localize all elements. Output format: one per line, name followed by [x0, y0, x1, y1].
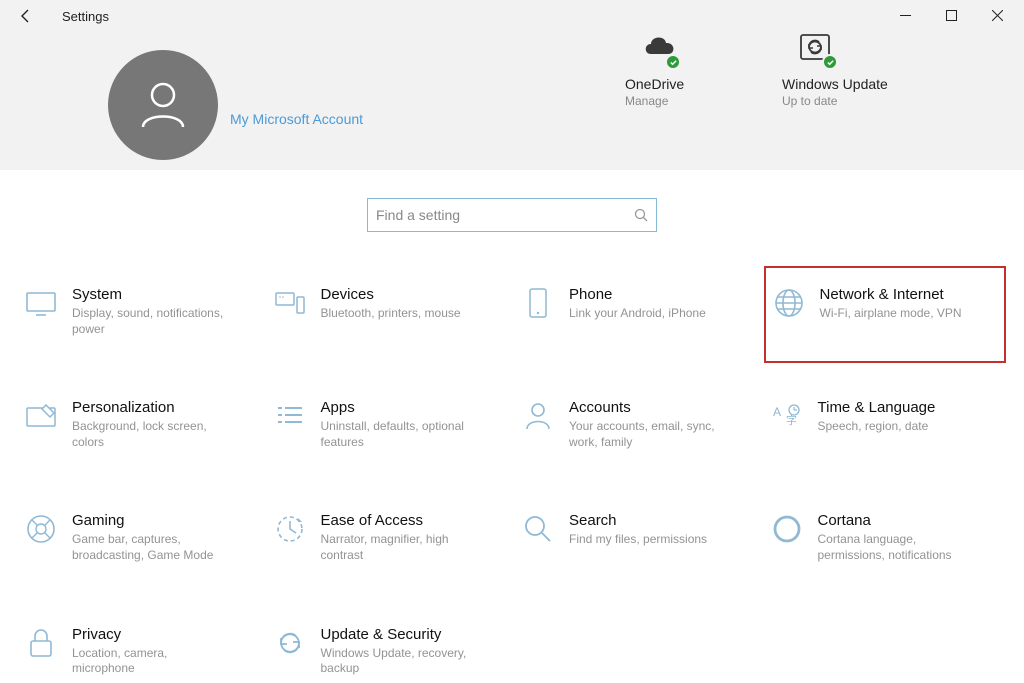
- category-title: Phone: [569, 286, 706, 303]
- category-description: Your accounts, email, sync, work, family: [569, 419, 724, 450]
- category-title: Accounts: [569, 399, 724, 416]
- phone-icon: [521, 286, 555, 320]
- category-title: System: [72, 286, 227, 303]
- category-title: Privacy: [72, 626, 227, 643]
- window-title: Settings: [62, 9, 109, 24]
- category-description: Location, camera, microphone: [72, 646, 227, 677]
- personalization-icon: [24, 399, 58, 433]
- gaming-icon: [24, 512, 58, 546]
- close-button[interactable]: [974, 0, 1020, 30]
- category-description: Speech, region, date: [818, 419, 936, 435]
- microsoft-account-link[interactable]: My Microsoft Account: [230, 111, 363, 127]
- category-title: Gaming: [72, 512, 227, 529]
- devices-icon: [273, 286, 307, 320]
- checkmark-badge-icon: [665, 54, 681, 70]
- search-box[interactable]: [367, 198, 657, 232]
- category-title: Personalization: [72, 399, 227, 416]
- maximize-button[interactable]: [928, 0, 974, 30]
- category-description: Cortana language, permissions, notificat…: [818, 532, 973, 563]
- cortana-icon: [770, 512, 804, 546]
- network-icon: [772, 286, 806, 320]
- category-description: Game bar, captures, broadcasting, Game M…: [72, 532, 227, 563]
- search-icon: [634, 208, 648, 222]
- category-time[interactable]: A字 Time & Language Speech, region, date: [764, 393, 1007, 456]
- category-description: Bluetooth, printers, mouse: [321, 306, 461, 322]
- category-description: Narrator, magnifier, high contrast: [321, 532, 476, 563]
- category-title: Search: [569, 512, 707, 529]
- update-icon: [273, 626, 307, 660]
- category-ease[interactable]: Ease of Access Narrator, magnifier, high …: [267, 506, 510, 569]
- onedrive-subtitle: Manage: [625, 94, 668, 108]
- category-network[interactable]: Network & Internet Wi-Fi, airplane mode, …: [764, 266, 1007, 363]
- checkmark-badge-icon: [822, 54, 838, 70]
- category-phone[interactable]: Phone Link your Android, iPhone: [515, 280, 758, 343]
- ease-icon: [273, 512, 307, 546]
- minimize-button[interactable]: [882, 0, 928, 30]
- category-cortana[interactable]: Cortana Cortana language, permissions, no…: [764, 506, 1007, 569]
- apps-icon: [273, 399, 307, 433]
- category-devices[interactable]: Devices Bluetooth, printers, mouse: [267, 280, 510, 343]
- category-system[interactable]: System Display, sound, notifications, pow…: [18, 280, 261, 343]
- category-description: Uninstall, defaults, optional features: [321, 419, 476, 450]
- category-description: Wi-Fi, airplane mode, VPN: [820, 306, 962, 322]
- user-avatar[interactable]: [108, 50, 218, 160]
- category-title: Update & Security: [321, 626, 476, 643]
- category-title: Time & Language: [818, 399, 936, 416]
- back-button[interactable]: [12, 2, 40, 30]
- category-title: Network & Internet: [820, 286, 962, 303]
- category-accounts[interactable]: Accounts Your accounts, email, sync, work…: [515, 393, 758, 456]
- search-icon: [521, 512, 555, 546]
- onedrive-status[interactable]: OneDrive Manage: [625, 32, 745, 108]
- category-title: Apps: [321, 399, 476, 416]
- category-update[interactable]: Update & Security Windows Update, recover…: [267, 620, 510, 683]
- onedrive-title: OneDrive: [625, 76, 684, 92]
- category-title: Cortana: [818, 512, 973, 529]
- category-gaming[interactable]: Gaming Game bar, captures, broadcasting, …: [18, 506, 261, 569]
- system-icon: [24, 286, 58, 320]
- category-description: Find my files, permissions: [569, 532, 707, 548]
- category-apps[interactable]: Apps Uninstall, defaults, optional featur…: [267, 393, 510, 456]
- privacy-icon: [24, 626, 58, 660]
- accounts-icon: [521, 399, 555, 433]
- update-title: Windows Update: [782, 76, 888, 92]
- category-description: Background, lock screen, colors: [72, 419, 227, 450]
- search-input[interactable]: [376, 207, 634, 223]
- category-privacy[interactable]: Privacy Location, camera, microphone: [18, 620, 261, 683]
- category-search[interactable]: Search Find my files, permissions: [515, 506, 758, 569]
- category-title: Devices: [321, 286, 461, 303]
- time-icon: A字: [770, 399, 804, 433]
- category-description: Link your Android, iPhone: [569, 306, 706, 322]
- category-title: Ease of Access: [321, 512, 476, 529]
- svg-text:A: A: [773, 405, 781, 419]
- update-subtitle: Up to date: [782, 94, 837, 108]
- category-description: Windows Update, recovery, backup: [321, 646, 476, 677]
- windows-update-status[interactable]: Windows Update Up to date: [782, 32, 932, 108]
- category-personalization[interactable]: Personalization Background, lock screen, …: [18, 393, 261, 456]
- category-description: Display, sound, notifications, power: [72, 306, 227, 337]
